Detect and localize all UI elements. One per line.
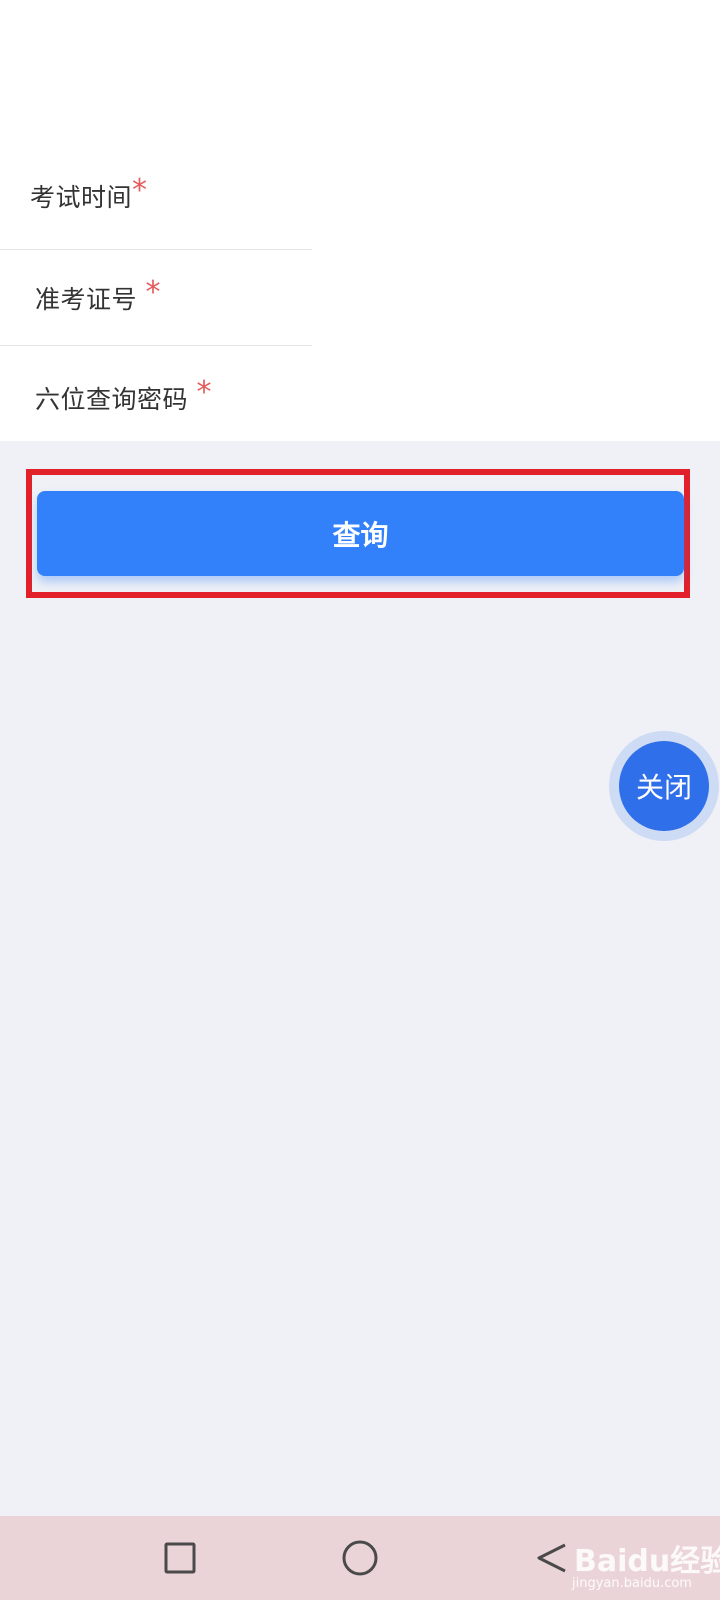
ticket-number-row[interactable]: 准考证号 * [0,250,720,346]
password-label-text: 六位查询密码 [35,385,189,414]
required-star: * [196,375,212,410]
triangle-back-icon [537,1543,566,1573]
home-button[interactable] [318,1516,402,1600]
ticket-number-label: 准考证号 * [35,275,161,316]
required-star: * [132,173,148,208]
password-row[interactable]: 六位查询密码 * [0,346,720,441]
system-nav-bar [0,1516,720,1600]
circle-icon [342,1540,378,1576]
query-button[interactable]: 查询 [37,491,684,576]
exam-time-row[interactable]: 考试时间* [0,0,720,250]
close-button-label: 关闭 [619,741,709,831]
password-label: 六位查询密码 * [35,375,212,416]
exam-time-label: 考试时间* [30,173,148,214]
form-card: 考试时间* 准考证号 * 六位查询密码 * [0,0,720,441]
required-star: * [145,275,161,310]
exam-time-label-text: 考试时间 [30,183,133,212]
close-button[interactable]: 关闭 [609,731,719,841]
back-button[interactable] [510,1516,594,1600]
ticket-number-label-text: 准考证号 [35,285,138,314]
recents-button[interactable] [138,1516,222,1600]
square-icon [164,1542,196,1574]
